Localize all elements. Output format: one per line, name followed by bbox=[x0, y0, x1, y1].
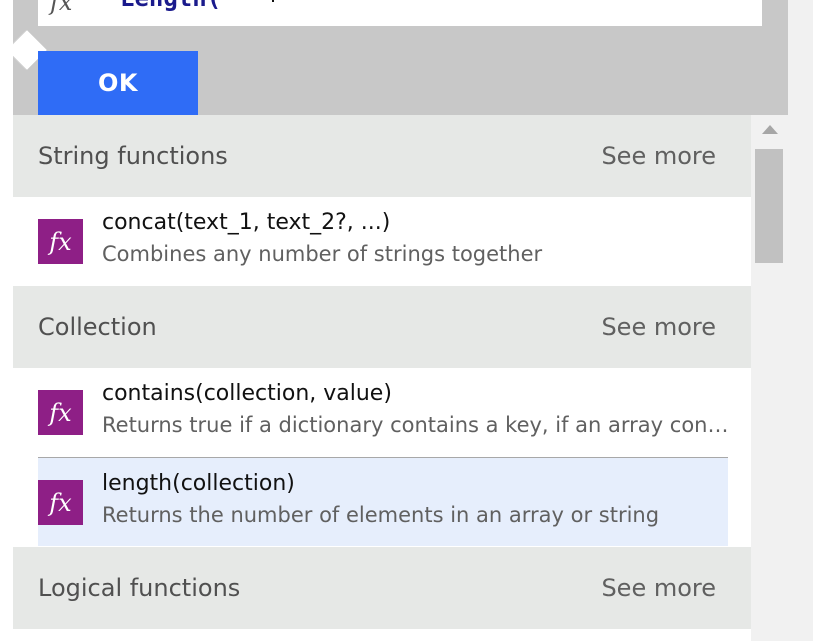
fx-icon: fx bbox=[38, 480, 83, 525]
scroll-up-arrow-icon[interactable] bbox=[762, 125, 778, 134]
function-name: length(collection) bbox=[102, 471, 295, 496]
function-name: contains(collection, value) bbox=[102, 381, 392, 406]
expression-input[interactable]: fx Length( bbox=[38, 0, 762, 26]
window-background bbox=[788, 0, 813, 641]
fx-icon: fx bbox=[38, 390, 83, 435]
scroll-thumb[interactable] bbox=[755, 149, 783, 263]
section-title: String functions bbox=[38, 142, 228, 170]
function-description: Combines any number of strings together bbox=[102, 242, 543, 266]
list-item-contains[interactable]: fx contains(collection, value) Returns t… bbox=[38, 368, 732, 456]
function-list: String functions See more fx concat(text… bbox=[13, 115, 751, 641]
scrollbar[interactable] bbox=[751, 115, 788, 641]
expression-editor-panel: fx Length( OK String functions See more … bbox=[13, 0, 788, 641]
section-header-string-functions: String functions See more bbox=[13, 115, 751, 197]
section-title: Logical functions bbox=[38, 574, 241, 602]
text-caret bbox=[272, 0, 274, 2]
list-item-concat[interactable]: fx concat(text_1, text_2?, ...) Combines… bbox=[38, 197, 728, 285]
section-title: Collection bbox=[38, 313, 157, 341]
see-more-link[interactable]: See more bbox=[601, 574, 716, 602]
see-more-link[interactable]: See more bbox=[601, 313, 716, 341]
ok-button[interactable]: OK bbox=[38, 51, 198, 115]
section-header-collection: Collection See more bbox=[13, 286, 751, 368]
function-name: concat(text_1, text_2?, ...) bbox=[102, 210, 391, 235]
expression-text: Length( bbox=[120, 0, 221, 12]
function-description: Returns the number of elements in an arr… bbox=[102, 503, 660, 527]
list-item-length[interactable]: fx length(collection) Returns the number… bbox=[38, 457, 728, 546]
section-header-logical-functions: Logical functions See more bbox=[13, 547, 751, 629]
see-more-link[interactable]: See more bbox=[601, 142, 716, 170]
fx-icon: fx bbox=[38, 219, 83, 264]
function-description: Returns true if a dictionary contains a … bbox=[102, 413, 732, 437]
fx-icon: fx bbox=[50, 0, 73, 16]
